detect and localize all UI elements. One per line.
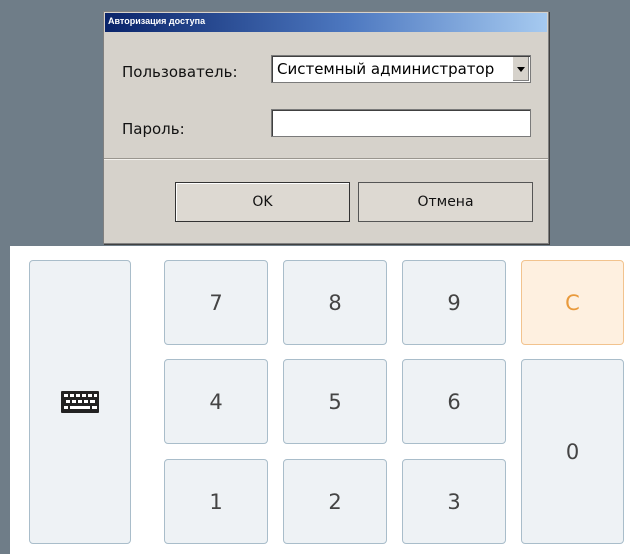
cancel-button[interactable]: Отмена	[358, 182, 533, 222]
key-6[interactable]: 6	[402, 359, 506, 444]
key-1[interactable]: 1	[164, 459, 268, 544]
key-4[interactable]: 4	[164, 359, 268, 444]
key-5[interactable]: 5	[283, 359, 387, 444]
login-dialog: Авторизация доступа Пользователь: Систем…	[103, 11, 549, 244]
chevron-down-icon	[517, 67, 525, 72]
key-0[interactable]: 0	[521, 359, 624, 544]
ok-button[interactable]: OK	[175, 182, 350, 222]
dialog-title: Авторизация доступа	[108, 16, 206, 26]
dialog-titlebar[interactable]: Авторизация доступа	[105, 13, 547, 32]
password-label: Пароль:	[122, 120, 185, 138]
keyboard-icon	[61, 391, 99, 413]
key-3[interactable]: 3	[402, 459, 506, 544]
password-field[interactable]	[271, 109, 531, 137]
dialog-divider	[104, 158, 548, 160]
user-select-value: Системный администратор	[277, 60, 495, 78]
numeric-keypad: 7 8 9 C 4 5 6 0 1 2 3	[10, 246, 630, 554]
key-8[interactable]: 8	[283, 260, 387, 345]
key-9[interactable]: 9	[402, 260, 506, 345]
key-2[interactable]: 2	[283, 459, 387, 544]
user-label: Пользователь:	[122, 63, 238, 81]
keyboard-toggle-button[interactable]	[29, 260, 131, 544]
dropdown-button[interactable]	[512, 57, 529, 81]
user-select[interactable]: Системный администратор	[271, 55, 531, 83]
clear-button[interactable]: C	[521, 260, 624, 345]
key-7[interactable]: 7	[164, 260, 268, 345]
